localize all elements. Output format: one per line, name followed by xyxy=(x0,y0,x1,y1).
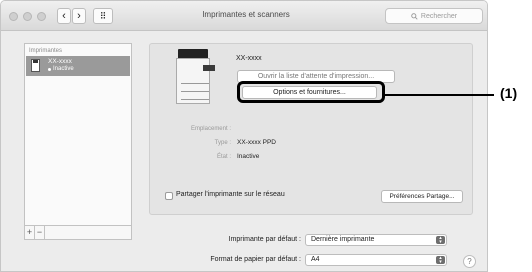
callout-highlight-box xyxy=(237,81,385,103)
state-value: Inactive xyxy=(237,153,260,160)
default-printer-value: Dernière imprimante xyxy=(311,236,375,243)
select-stepper-icon: ▴ ▾ xyxy=(436,256,445,265)
chevron-left-icon: ‹ xyxy=(62,10,66,22)
minimize-window-button[interactable] xyxy=(23,12,32,21)
printer-icon xyxy=(31,59,40,72)
zoom-window-button[interactable] xyxy=(37,12,46,21)
add-remove-bar: + − xyxy=(24,226,132,240)
printer-list-item[interactable]: XX-xxxx Inactive xyxy=(26,56,130,76)
window-title: Imprimantes et scanners xyxy=(202,10,290,19)
printer-list-header: Imprimantes xyxy=(29,48,63,54)
add-printer-button[interactable]: + xyxy=(25,226,35,239)
back-button[interactable]: ‹ xyxy=(57,8,71,24)
printers-window: ‹ › ⠿ Imprimantes et scanners Rechercher… xyxy=(0,0,488,272)
search-icon xyxy=(411,12,418,20)
search-placeholder: Rechercher xyxy=(420,12,458,20)
default-printer-label: Imprimante par défaut : xyxy=(228,236,301,243)
chevron-right-icon: › xyxy=(77,10,81,22)
paper-size-label: Format de papier par défaut : xyxy=(210,256,301,263)
printer-large-icon xyxy=(174,49,215,109)
share-printer-label: Partager l'imprimante sur le réseau xyxy=(176,191,285,198)
location-label: Emplacement : xyxy=(190,126,231,132)
search-field[interactable]: Rechercher xyxy=(385,8,483,24)
help-button[interactable]: ? xyxy=(463,255,476,268)
share-printer-checkbox[interactable] xyxy=(165,192,173,200)
forward-button[interactable]: › xyxy=(72,8,86,24)
type-value: XX-xxxx PPD xyxy=(237,139,277,146)
show-all-button[interactable]: ⠿ xyxy=(93,8,113,24)
type-label: Type : xyxy=(214,140,231,146)
callout-line xyxy=(384,94,494,96)
default-printer-select[interactable]: Dernière imprimante ▴ ▾ xyxy=(305,234,447,246)
printer-list: Imprimantes XX-xxxx Inactive xyxy=(24,43,132,226)
printer-list-item-name: XX-xxxx xyxy=(48,58,72,65)
state-label: État : xyxy=(216,154,231,160)
status-dot-icon xyxy=(48,68,51,71)
printer-name: XX-xxxx xyxy=(236,55,262,62)
select-stepper-icon: ▴ ▾ xyxy=(436,236,445,245)
grid-icon: ⠿ xyxy=(99,10,107,21)
close-window-button[interactable] xyxy=(9,12,18,21)
sharing-preferences-button[interactable]: Préférences Partage... xyxy=(381,190,463,203)
title-bar: ‹ › ⠿ Imprimantes et scanners Rechercher xyxy=(1,1,487,31)
callout-label: (1) xyxy=(500,85,518,101)
printer-list-item-status: Inactive xyxy=(53,66,74,72)
paper-size-select[interactable]: A4 ▴ ▾ xyxy=(305,254,447,266)
remove-printer-button[interactable]: − xyxy=(35,226,45,239)
paper-size-value: A4 xyxy=(311,256,320,263)
